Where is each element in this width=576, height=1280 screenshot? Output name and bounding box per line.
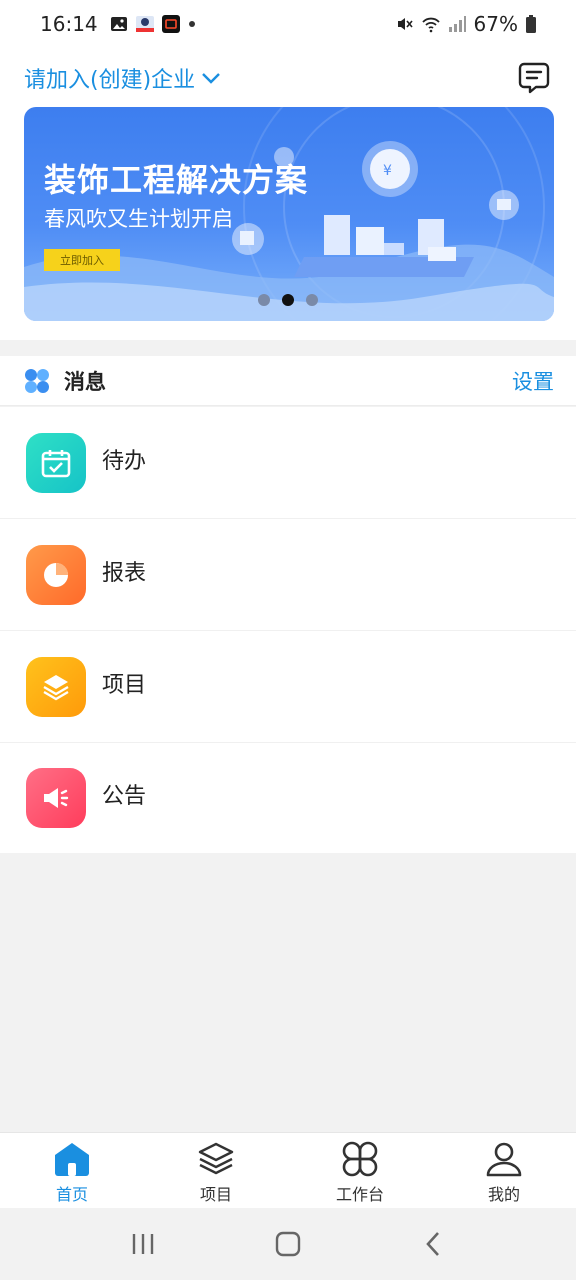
list-item-todo[interactable]: 待办 [0,407,576,519]
more-notifications-icon [188,21,195,27]
battery-percent: 67% [473,12,518,36]
carousel-dot[interactable] [306,294,318,306]
chevron-down-icon [202,73,221,84]
list-item-label: 报表 [102,560,147,586]
signal-icon [448,16,466,32]
announcement-icon-tile [26,768,86,828]
battery-icon [526,15,536,33]
banner-subtitle: 春风吹又生计划开启 [44,207,233,231]
nav-mine[interactable]: 我的 [432,1133,576,1208]
chat-bubble-icon [518,62,550,94]
list-item-label: 项目 [102,672,147,698]
join-now-button[interactable]: 立即加入 [44,249,120,271]
back-chevron-icon [426,1232,440,1256]
nav-icon-wrap [196,1139,236,1179]
nav-label: 首页 [55,1185,88,1204]
back-button[interactable] [413,1224,453,1264]
report-icon-tile [26,544,86,605]
svg-text:¥: ¥ [383,163,392,179]
carousel-indicator [258,294,318,306]
messages-settings-link[interactable]: 设置 [512,366,554,396]
list-item-announcement[interactable]: 公告 [0,743,576,853]
list-item-report[interactable]: 报表 [0,519,576,631]
todo-icon-tile [26,432,86,493]
layers-icon [43,674,69,700]
recent-apps-icon [132,1234,153,1254]
nav-icon-wrap [340,1139,380,1179]
app-notification-icon [135,16,154,32]
pie-chart-icon [44,562,68,587]
messages-list: 待办 报表 项目 公告 [0,407,576,853]
nav-icon-wrap [484,1139,524,1179]
nav-project[interactable]: 项目 [144,1133,288,1208]
company-selector[interactable]: 请加入(创建)企业 [24,62,221,94]
list-item-project[interactable]: 项目 [0,631,576,743]
header: 请加入(创建)企业 [24,56,552,100]
status-bar: 16:14 67% [0,0,576,48]
megaphone-icon [44,788,69,808]
nav-label: 项目 [199,1185,232,1204]
nav-home[interactable]: 首页 [0,1133,144,1208]
status-left: 16:14 [40,12,196,36]
messages-header: 消息 设置 [0,356,576,406]
nav-icon-wrap [52,1139,92,1179]
home-square-icon [275,1231,301,1257]
nav-label: 我的 [487,1185,520,1204]
home-system-button[interactable] [268,1224,308,1264]
clover-icon [25,368,49,393]
project-icon-tile [26,656,86,717]
messages-title: 消息 [64,369,106,394]
user-icon [486,1142,522,1177]
banner-title: 装饰工程解决方案 [44,161,309,199]
top-area: 请加入(创建)企业 ¥ 装饰工程解决方案 春风吹又生计划开启 立即加入 [0,48,576,340]
bottom-nav: 首页 项目 工作台 我的 [0,1132,576,1208]
company-selector-label: 请加入(创建)企业 [24,68,196,93]
home-icon [55,1143,89,1176]
nav-label: 工作台 [335,1185,384,1204]
recent-apps-button[interactable] [123,1224,163,1264]
video-notification-icon [161,15,180,33]
carousel-dot-active[interactable] [282,294,294,306]
status-time: 16:14 [40,12,98,36]
mute-icon [397,18,413,30]
grid-icon [342,1141,378,1177]
wifi-icon [421,17,440,33]
layers-icon [198,1142,234,1175]
message-button[interactable] [516,60,552,96]
status-right: 67% [396,12,536,36]
promo-banner[interactable]: ¥ 装饰工程解决方案 春风吹又生计划开启 立即加入 [24,107,554,321]
system-nav [0,1208,576,1280]
list-item-label: 公告 [102,784,147,809]
list-item-label: 待办 [102,448,147,474]
carousel-dot[interactable] [258,294,270,306]
gallery-notification-icon [110,17,127,31]
calendar-check-icon [41,449,71,477]
nav-workbench[interactable]: 工作台 [288,1133,432,1208]
